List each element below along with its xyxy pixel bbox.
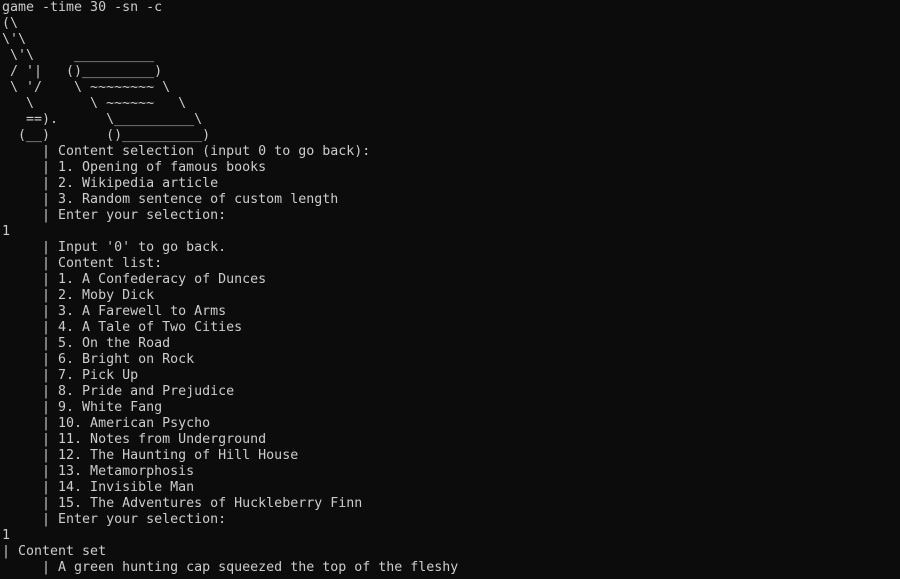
back-hint: | Input '0' to go back. <box>2 240 227 255</box>
content-list-item: | 6. Bright on Rock <box>2 352 195 367</box>
menu-option: | 1. Opening of famous books <box>2 160 267 175</box>
content-list-item: | 14. Invisible Man <box>2 480 195 495</box>
content-list-item: | 11. Notes from Underground <box>2 432 267 447</box>
content-list-item: | 10. American Psycho <box>2 416 211 431</box>
user-input: 1 <box>2 224 11 239</box>
ascii-art-line: (\ <box>2 16 19 31</box>
ascii-art-line: / '| ()_________) <box>2 64 163 79</box>
ascii-art-line: (__) ()__________) <box>2 128 211 143</box>
content-list-header: | Content list: <box>2 256 163 271</box>
selection-prompt: | Enter your selection: <box>2 208 227 223</box>
menu-option: | 2. Wikipedia article <box>2 176 219 191</box>
menu-option: | 3. Random sentence of custom length <box>2 192 339 207</box>
ascii-art-line: \'\ <box>2 32 27 47</box>
ascii-art-line: ==). \__________\ <box>2 112 203 127</box>
content-list-item: | 5. On the Road <box>2 336 171 351</box>
ascii-art-line: \ '/ \ ~~~~~~~~ \ <box>2 80 171 95</box>
content-list-item: | 7. Pick Up <box>2 368 139 383</box>
ascii-art-line: \ \ ~~~~~~ \ <box>2 96 187 111</box>
content-list-item: | 2. Moby Dick <box>2 288 155 303</box>
terminal-window[interactable]: game -time 30 -sn -c (\ \'\ \'\ ________… <box>0 0 900 579</box>
command-line: game -time 30 -sn -c <box>2 0 163 15</box>
content-list-item: | 1. A Confederacy of Dunces <box>2 272 267 287</box>
content-list-item: | 8. Pride and Prejudice <box>2 384 235 399</box>
content-list-item: | 13. Metamorphosis <box>2 464 195 479</box>
content-list-item: | 12. The Haunting of Hill House <box>2 448 299 463</box>
content-list-item: | 4. A Tale of Two Cities <box>2 320 243 335</box>
content-text: | A green hunting cap squeezed the top o… <box>2 560 459 575</box>
menu-header: | Content selection (input 0 to go back)… <box>2 144 371 159</box>
status-message: | Content set <box>2 544 107 559</box>
ascii-art-line: \'\ __________ <box>2 48 155 63</box>
content-list-item: | 15. The Adventures of Huckleberry Finn <box>2 496 363 511</box>
content-list-item: | 9. White Fang <box>2 400 163 415</box>
selection-prompt: | Enter your selection: <box>2 512 227 527</box>
user-input: 1 <box>2 528 11 543</box>
content-list-item: | 3. A Farewell to Arms <box>2 304 227 319</box>
